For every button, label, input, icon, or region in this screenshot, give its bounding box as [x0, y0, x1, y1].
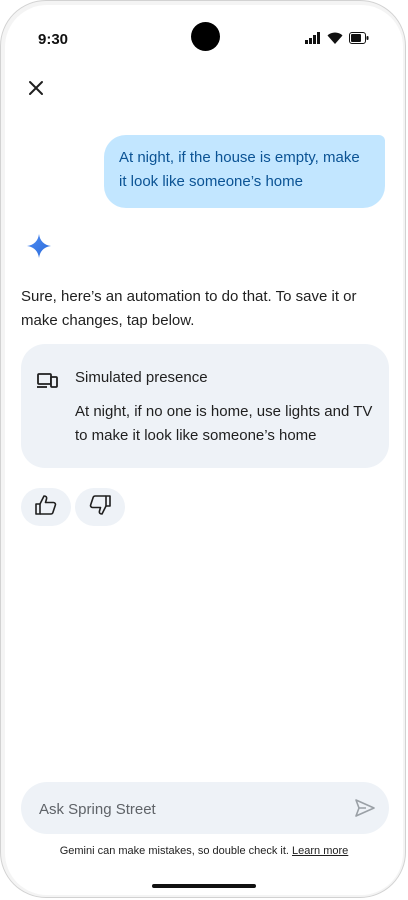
user-message-text: At night, if the house is empty, make it… [119, 149, 360, 190]
composer-bar [21, 782, 389, 836]
screen: 9:30 At night, if the house is empty, ma… [5, 5, 403, 895]
assistant-response-text: Sure, here’s an automation to do that. T… [21, 288, 357, 329]
home-indicator[interactable] [152, 884, 256, 888]
close-button[interactable] [19, 73, 53, 107]
disclaimer-text: Gemini can make mistakes, so double chec… [59, 845, 289, 857]
signal-icon [305, 31, 321, 49]
status-bar: 9:30 [5, 5, 403, 69]
disclaimer: Gemini can make mistakes, so double chec… [5, 845, 403, 857]
learn-more-link[interactable]: Learn more [292, 845, 348, 857]
send-button[interactable] [353, 796, 377, 820]
automation-description: At night, if no one is home, use lights … [75, 403, 373, 444]
thumbs-down-icon [89, 494, 111, 520]
devices-icon [37, 372, 59, 392]
user-message-bubble: At night, if the house is empty, make it… [104, 135, 385, 208]
thumbs-up-button[interactable] [21, 488, 71, 526]
status-time: 9:30 [38, 31, 69, 48]
thumbs-down-button[interactable] [75, 488, 125, 526]
send-icon [353, 799, 377, 824]
thumbs-up-icon [35, 494, 57, 520]
phone-frame: 9:30 At night, if the house is empty, ma… [0, 0, 406, 898]
sparkle-icon [25, 232, 53, 260]
wifi-icon [327, 31, 343, 49]
front-camera [191, 22, 220, 51]
close-icon [28, 80, 44, 101]
automation-card[interactable]: Simulated presence At night, if no one i… [21, 344, 389, 468]
ask-input[interactable] [37, 782, 341, 836]
status-icons [305, 31, 369, 49]
battery-icon [349, 31, 369, 49]
automation-title: Simulated presence [75, 369, 208, 386]
